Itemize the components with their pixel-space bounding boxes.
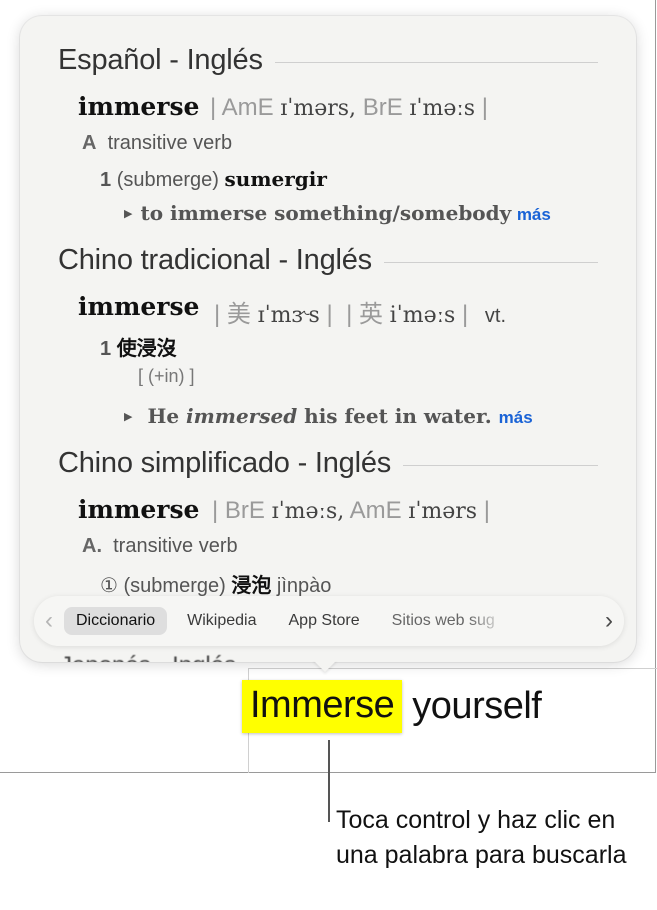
document-line: Immerse yourself: [242, 680, 542, 733]
sense-number: 1: [100, 338, 112, 360]
example-line: ▶ to immerse something/somebody más: [124, 201, 551, 226]
pron-label: AmE: [221, 94, 274, 121]
callout-line: [328, 740, 330, 822]
pron-label: BrE: [362, 94, 403, 121]
source-tabs: Diccionario Wikipedia App Store Sitios w…: [64, 607, 594, 635]
tab-app-store[interactable]: App Store: [277, 607, 372, 635]
lookup-popover: Español - Inglés immerse | AmE ɪˈmərs, B…: [20, 16, 636, 662]
section-title-zh-simp-en: Chino simplificado - Inglés: [58, 447, 598, 480]
chevron-left-icon[interactable]: ‹: [34, 607, 64, 635]
sense-translation: 浸泡: [231, 575, 272, 597]
example-text: to immerse something/somebody: [140, 201, 512, 225]
ipa-text: ɪˈmərs: [408, 499, 478, 524]
section-title-es-en: Español - Inglés: [58, 44, 598, 77]
sense-line: 1 使浸沒: [100, 332, 177, 361]
tab-wikipedia[interactable]: Wikipedia: [175, 607, 268, 635]
example-emphasis: immersed: [186, 404, 298, 428]
source-toolbar: ‹ Diccionario Wikipedia App Store Sitios…: [34, 596, 624, 646]
pronunciation: | BrE ɪˈməːs, AmE ɪˈmərs |: [212, 497, 490, 524]
tab-sitios-web[interactable]: Sitios web sug: [380, 607, 507, 635]
sense-gloss: (submerge): [123, 575, 226, 597]
sense-line: ① (submerge) 浸泡 jìnpào: [100, 569, 331, 598]
section-title-ja-en: Japonés - Inglés: [60, 652, 236, 662]
pos-letter: A: [82, 132, 97, 154]
headword: immerse: [78, 92, 200, 121]
example-line: ▶ He immersed his feet in water. más: [124, 404, 533, 429]
sense-line: 1 (submerge) sumergir: [100, 167, 327, 192]
sense-translation: 使浸沒: [116, 338, 177, 360]
document-text: yourself: [412, 685, 542, 727]
pinyin-text: jìnpào: [276, 575, 332, 597]
pos-text: transitive verb: [113, 535, 238, 557]
chevron-right-icon[interactable]: ›: [594, 607, 624, 635]
callout-caption: Toca control y haz clic en una palabra p…: [336, 806, 627, 869]
pron-label: 美: [226, 301, 251, 328]
pos-text: vt.: [484, 305, 507, 327]
pos-text: transitive verb: [107, 132, 233, 154]
headword: immerse: [78, 495, 200, 524]
popover-arrow: [313, 660, 337, 672]
sense-number: ①: [100, 575, 118, 597]
section-title-text: Español - Inglés: [58, 44, 263, 76]
section-divider: [274, 62, 598, 63]
sense-translation: sumergir: [224, 167, 327, 191]
highlighted-word[interactable]: Immerse: [242, 680, 403, 733]
section-title-text: Chino tradicional - Inglés: [58, 244, 372, 276]
pron-label: 英: [358, 301, 383, 328]
example-text: He: [147, 404, 180, 428]
ipa-text: ɪˈməːs: [409, 96, 476, 121]
ipa-text: ɪˈmɝs: [257, 303, 320, 328]
disclosure-triangle-icon[interactable]: ▶: [124, 208, 132, 220]
pos-letter: A.: [82, 535, 102, 557]
section-divider: [383, 262, 598, 263]
more-link[interactable]: más: [517, 205, 551, 224]
section-divider: [403, 465, 598, 466]
part-of-speech: A transitive verb: [82, 132, 232, 155]
dictionary-content: Español - Inglés immerse | AmE ɪˈmərs, B…: [20, 16, 636, 662]
section-title-text: Chino simplificado - Inglés: [58, 447, 392, 479]
ipa-text: ɪˈmərs,: [280, 96, 357, 121]
example-text: his feet in water.: [304, 404, 492, 428]
sense-gloss: (submerge): [116, 169, 219, 191]
ipa-text: ɪˈməːs,: [271, 499, 345, 524]
pronunciation: | AmE ɪˈmərs, BrE ɪˈməːs |: [210, 94, 488, 121]
tab-diccionario[interactable]: Diccionario: [64, 607, 168, 635]
pron-label: BrE: [224, 497, 265, 524]
section-title-zh-trad-en: Chino tradicional - Inglés: [58, 244, 598, 277]
pronunciation: | 美 ɪˈmɝs | | 英 iˈməːs | vt.: [214, 301, 507, 328]
part-of-speech: A. transitive verb: [82, 535, 238, 558]
usage-line: [ (+in) ]: [138, 366, 195, 386]
disclosure-triangle-icon[interactable]: ▶: [124, 411, 132, 423]
ipa-text: iˈməːs: [389, 303, 456, 328]
sense-number: 1: [100, 169, 112, 191]
more-link[interactable]: más: [499, 408, 533, 427]
pron-label: AmE: [349, 497, 402, 524]
headword: immerse: [78, 292, 200, 321]
